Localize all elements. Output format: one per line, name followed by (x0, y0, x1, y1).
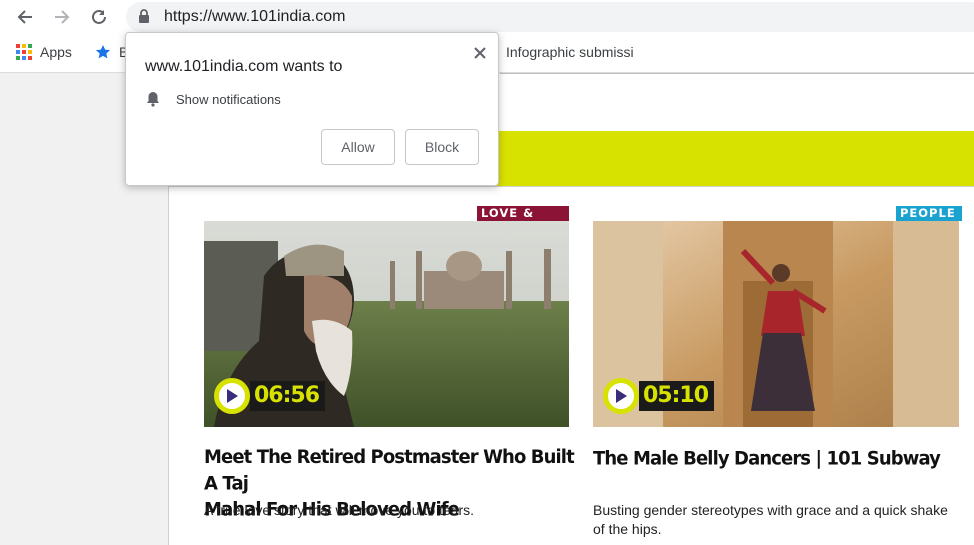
play-button[interactable] (603, 378, 639, 414)
video-description: A true love story that will move you to … (204, 502, 475, 518)
video-thumbnail[interactable]: 05:10 (593, 221, 959, 427)
bookmark-starred[interactable]: B (95, 44, 128, 60)
bookmark-apps[interactable]: Apps (16, 44, 72, 60)
video-duration: 05:10 (603, 378, 715, 414)
play-icon (227, 389, 238, 403)
lock-icon (139, 9, 149, 23)
browser-toolbar: https://www.101india.com (0, 0, 974, 34)
back-button[interactable] (12, 4, 38, 30)
duration-text: 05:10 (639, 381, 715, 411)
address-bar[interactable]: https://www.101india.com (126, 2, 974, 32)
allow-button[interactable]: Allow (321, 129, 395, 165)
forward-button[interactable] (49, 4, 75, 30)
category-tag[interactable]: LOVE & SEX (477, 206, 569, 235)
duration-text: 06:56 (250, 381, 326, 411)
reload-button[interactable] (86, 4, 112, 30)
close-button[interactable] (470, 43, 490, 63)
reload-icon (92, 9, 106, 24)
bookmark-label: Apps (40, 44, 72, 60)
header-divider (500, 73, 974, 74)
url-text: https://www.101india.com (164, 8, 346, 25)
dialog-title: www.101india.com wants to (145, 58, 343, 75)
bookmark-infographic[interactable]: Infographic submissi (506, 44, 634, 60)
back-arrow-icon (17, 10, 32, 24)
play-button[interactable] (214, 378, 250, 414)
block-button[interactable]: Block (405, 129, 479, 165)
title-line: Meet The Retired Postmaster Who Built A … (204, 446, 575, 495)
bookmark-label: Infographic submissi (506, 44, 634, 60)
permission-label: Show notifications (176, 91, 281, 107)
permission-row: Show notifications (146, 91, 281, 107)
bell-icon (147, 92, 159, 107)
category-tag[interactable]: PEOPLE (896, 206, 962, 221)
video-thumbnail[interactable]: 06:56 (204, 221, 569, 427)
video-duration: 06:56 (214, 378, 326, 414)
play-icon (616, 389, 627, 403)
notification-permission-dialog: www.101india.com wants to Show notificat… (125, 32, 499, 186)
video-description: Busting gender stereotypes with grace an… (593, 502, 948, 537)
section-divider (169, 186, 974, 187)
star-icon (95, 45, 111, 59)
forward-arrow-icon (55, 10, 70, 24)
title-line: The Male Belly Dancers | 101 Subway (593, 447, 941, 470)
video-title[interactable]: The Male Belly Dancers | 101 Subway (593, 445, 963, 471)
close-icon (474, 47, 486, 59)
category-label: PEOPLE (900, 206, 956, 220)
apps-grid-icon (16, 44, 32, 60)
